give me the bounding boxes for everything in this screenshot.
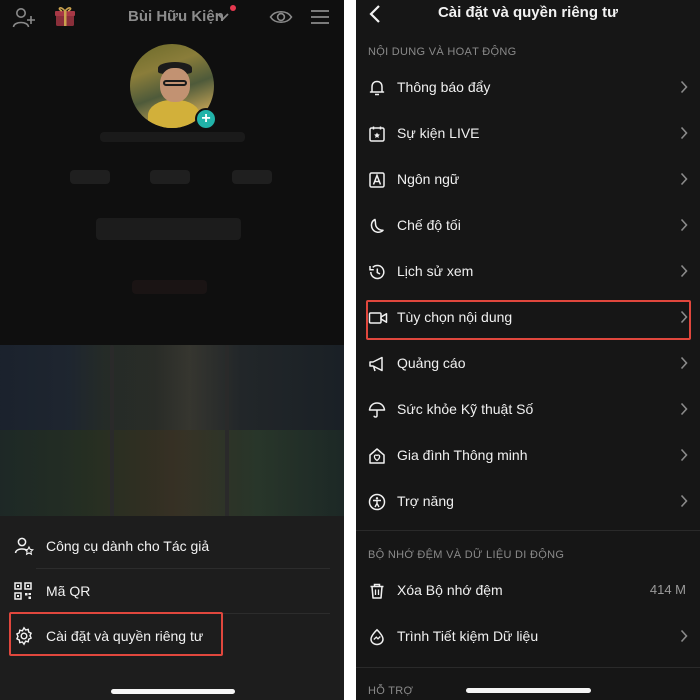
bottom-sheet-menu: Công cụ dành cho Tác giả Mã QR Cài đặt v… (0, 516, 344, 700)
calendar-star-icon (369, 126, 385, 142)
settings-item-label: Xóa Bộ nhớ đệm (397, 582, 503, 598)
umbrella-icon (368, 402, 386, 418)
eye-icon[interactable] (269, 8, 293, 26)
highlight-box-content-preferences (366, 300, 691, 340)
settings-item-label: Chế độ tối (397, 217, 461, 233)
settings-item-label: Trợ năng (397, 493, 454, 509)
menu-hamburger-icon[interactable] (310, 9, 330, 25)
settings-item-push-notifications[interactable]: Thông báo đẩy (356, 66, 700, 110)
home-indicator (466, 688, 591, 693)
cache-size-value: 414 M (649, 582, 686, 597)
settings-item-dark-mode[interactable]: Chế độ tối (356, 204, 700, 248)
settings-item-label: Ngôn ngữ (397, 171, 460, 187)
add-avatar-plus-icon[interactable]: + (195, 108, 217, 130)
settings-item-label: Thông báo đẩy (397, 79, 491, 95)
settings-privacy-screen: Cài đặt và quyền riêng tư NỘI DUNG VÀ HO… (356, 0, 700, 700)
chevron-right-icon (680, 448, 688, 462)
sheet-item-creator-tools[interactable]: Công cụ dành cho Tác giả (0, 524, 344, 568)
chevron-right-icon (680, 629, 688, 643)
sheet-item-qr-code[interactable]: Mã QR (0, 569, 344, 613)
chevron-right-icon (680, 494, 688, 508)
settings-item-language[interactable]: Ngôn ngữ (356, 158, 700, 202)
settings-item-family-pairing[interactable]: Gia đình Thông minh (356, 434, 700, 478)
notification-dot (230, 5, 236, 11)
chevron-right-icon (680, 264, 688, 278)
sheet-item-label: Mã QR (46, 583, 91, 599)
settings-item-label: Lịch sử xem (397, 263, 474, 279)
accessibility-icon (368, 493, 386, 511)
settings-item-data-saver[interactable]: Trình Tiết kiệm Dữ liệu (356, 615, 700, 659)
sheet-item-label: Công cụ dành cho Tác giả (46, 538, 210, 554)
section-heading-support: HỖ TRỢ (368, 685, 414, 697)
settings-item-label: Quảng cáo (397, 355, 466, 371)
section-divider (356, 667, 700, 668)
settings-item-ads[interactable]: Quảng cáo (356, 342, 700, 386)
gift-icon[interactable] (54, 5, 76, 27)
chevron-right-icon (680, 218, 688, 232)
page-title: Cài đặt và quyền riêng tư (437, 4, 619, 21)
qr-code-icon (14, 582, 32, 600)
family-home-icon (369, 448, 385, 464)
settings-item-clear-cache[interactable]: Xóa Bộ nhớ đệm 414 M (356, 569, 700, 613)
settings-item-label: Gia đình Thông minh (397, 447, 528, 463)
language-a-icon (369, 172, 385, 188)
megaphone-icon (369, 356, 383, 372)
profile-topbar: Bùi Hữu Kiện (0, 0, 344, 36)
settings-item-label: Sự kiện LIVE (397, 125, 480, 141)
chevron-right-icon (680, 356, 688, 370)
section-divider (356, 530, 700, 531)
settings-item-digital-wellbeing[interactable]: Sức khỏe Kỹ thuật Số (356, 388, 700, 432)
data-saver-icon (370, 628, 384, 646)
chevron-right-icon (680, 402, 688, 416)
section-heading-cache-data: BỘ NHỚ ĐỆM VÀ DỮ LIỆU DI ĐỘNG (368, 549, 565, 561)
creator-tools-icon (14, 537, 34, 556)
settings-item-label: Sức khỏe Kỹ thuật Số (397, 401, 534, 417)
chevron-down-icon[interactable] (217, 13, 229, 21)
settings-header: Cài đặt và quyền riêng tư (356, 0, 700, 28)
chevron-right-icon (680, 126, 688, 140)
home-indicator (111, 689, 235, 694)
history-clock-icon (369, 264, 385, 280)
chevron-right-icon (680, 80, 688, 94)
settings-item-label: Trình Tiết kiệm Dữ liệu (397, 628, 539, 644)
highlight-box-settings (9, 612, 223, 656)
section-heading-content-activity: NỘI DUNG VÀ HOẠT ĐỘNG (368, 46, 517, 58)
add-friend-icon[interactable] (12, 7, 36, 29)
trash-icon (370, 583, 384, 599)
chevron-right-icon (680, 172, 688, 186)
settings-item-live-events[interactable]: Sự kiện LIVE (356, 112, 700, 156)
settings-item-watch-history[interactable]: Lịch sử xem (356, 250, 700, 294)
profile-screen: Bùi Hữu Kiện + Công cụ dành cho Tác giả (0, 0, 344, 700)
profile-username[interactable]: Bùi Hữu Kiện (128, 8, 224, 25)
settings-item-accessibility[interactable]: Trợ năng (356, 480, 700, 524)
bell-icon (369, 80, 385, 96)
moon-icon (370, 218, 384, 233)
